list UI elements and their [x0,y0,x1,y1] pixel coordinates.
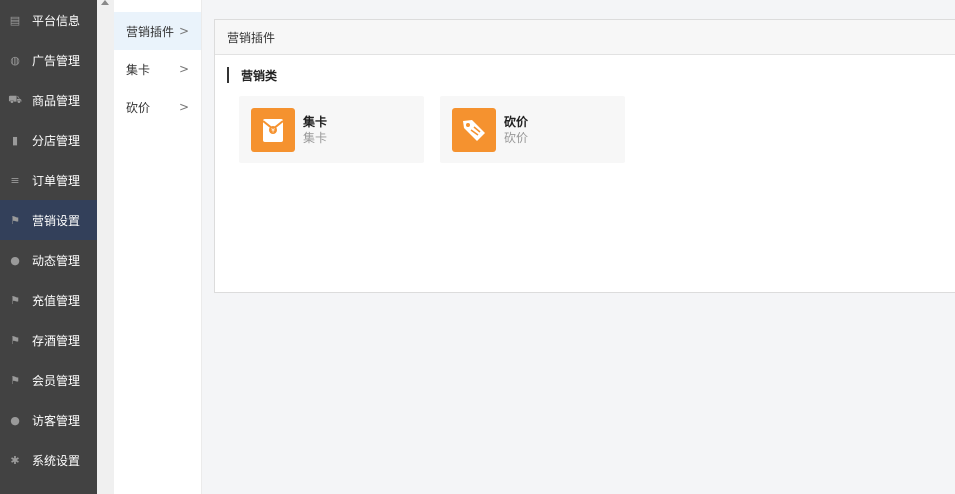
sidebar-item-branches[interactable]: ▮ 分店管理 [0,120,97,160]
secondary-menu: 营销插件 > 集卡 > 砍价 > [114,0,202,494]
chevron-right-icon: > [178,100,189,114]
sidebar-item-members[interactable]: ⚑ 会员管理 [0,360,97,400]
plugin-card-title: 砍价 [504,114,529,129]
sidebar-item-label: 充值管理 [32,293,81,308]
chevron-right-icon: > [178,24,189,38]
sidebar-item-platform-info[interactable]: ▤ 平台信息 [0,0,97,40]
sidebar-item-products[interactable]: ⛟ 商品管理 [0,80,97,120]
plugin-card-subtitle: 集卡 [303,130,328,145]
gift-icon: ⚑ [10,333,20,347]
sidebar-scrollbar[interactable] [97,0,114,494]
plugin-card-bargain[interactable]: 砍价 砍价 [440,96,625,163]
submenu-item-label: 集卡 [126,62,151,77]
plugin-card-subtitle: 砍价 [504,130,529,145]
sidebar-item-label: 订单管理 [32,173,81,188]
plugin-card-card-collect[interactable]: ¥ 集卡 集卡 [239,96,424,163]
sidebar-item-visitors[interactable]: ● 访客管理 [0,400,97,440]
sidebar-item-recharge[interactable]: ⚑ 充值管理 [0,280,97,320]
sidebar-item-label: 营销设置 [32,213,81,228]
user-icon: ● [10,413,20,427]
submenu-item-bargain[interactable]: 砍价 > [114,88,201,126]
price-tag-icon [452,107,496,152]
submenu-item-marketing-plugins[interactable]: 营销插件 > [114,12,201,50]
sidebar-item-label: 存酒管理 [32,333,81,348]
sidebar-item-label: 平台信息 [32,13,81,28]
sidebar-item-dynamics[interactable]: ● 动态管理 [0,240,97,280]
svg-text:¥: ¥ [271,127,275,134]
sidebar-item-label: 商品管理 [32,93,81,108]
scroll-up-arrow-icon[interactable] [101,0,109,5]
sidebar-item-label: 访客管理 [32,413,81,428]
globe-icon: ◍ [10,53,20,67]
submenu-item-label: 营销插件 [126,24,175,39]
marketing-plugins-panel: 营销插件 营销类 ¥ 集卡 集卡 砍价 砍价 [214,19,955,293]
sidebar-item-wine-storage[interactable]: ⚑ 存酒管理 [0,320,97,360]
sidebar-item-label: 会员管理 [32,373,81,388]
gift-icon: ⚑ [10,293,20,307]
sidebar-item-label: 动态管理 [32,253,81,268]
sidebar-item-label: 分店管理 [32,133,81,148]
gift-icon: ⚑ [10,213,20,227]
gift-icon: ⚑ [10,373,20,387]
panel-header: 营销插件 [215,20,955,55]
submenu-item-label: 砍价 [126,100,151,115]
chevron-right-icon: > [178,62,189,76]
sidebar-item-label: 广告管理 [32,53,81,68]
sidebar-item-label: 系统设置 [32,453,81,468]
user-icon: ● [10,253,20,267]
gear-icon: ✱ [10,453,20,467]
sidebar-item-ads[interactable]: ◍ 广告管理 [0,40,97,80]
section-title: 营销类 [227,67,277,83]
sidebar-item-system-settings[interactable]: ✱ 系统设置 [0,440,97,480]
building-icon: ▮ [11,133,19,147]
red-envelope-icon: ¥ [251,107,295,152]
id-card-icon: ▤ [9,13,21,27]
section-title-text: 营销类 [241,68,278,83]
section-title-bar [227,67,229,83]
list-icon: ≡ [10,173,20,187]
sidebar-item-marketing[interactable]: ⚑ 营销设置 [0,200,97,240]
main-sidebar: ▤ 平台信息 ◍ 广告管理 ⛟ 商品管理 ▮ 分店管理 ≡ 订单管理 ⚑ 营销设… [0,0,97,494]
plugin-card-title: 集卡 [303,114,328,129]
submenu-item-card-collect[interactable]: 集卡 > [114,50,201,88]
cart-icon: ⛟ [8,92,22,106]
sidebar-item-orders[interactable]: ≡ 订单管理 [0,160,97,200]
